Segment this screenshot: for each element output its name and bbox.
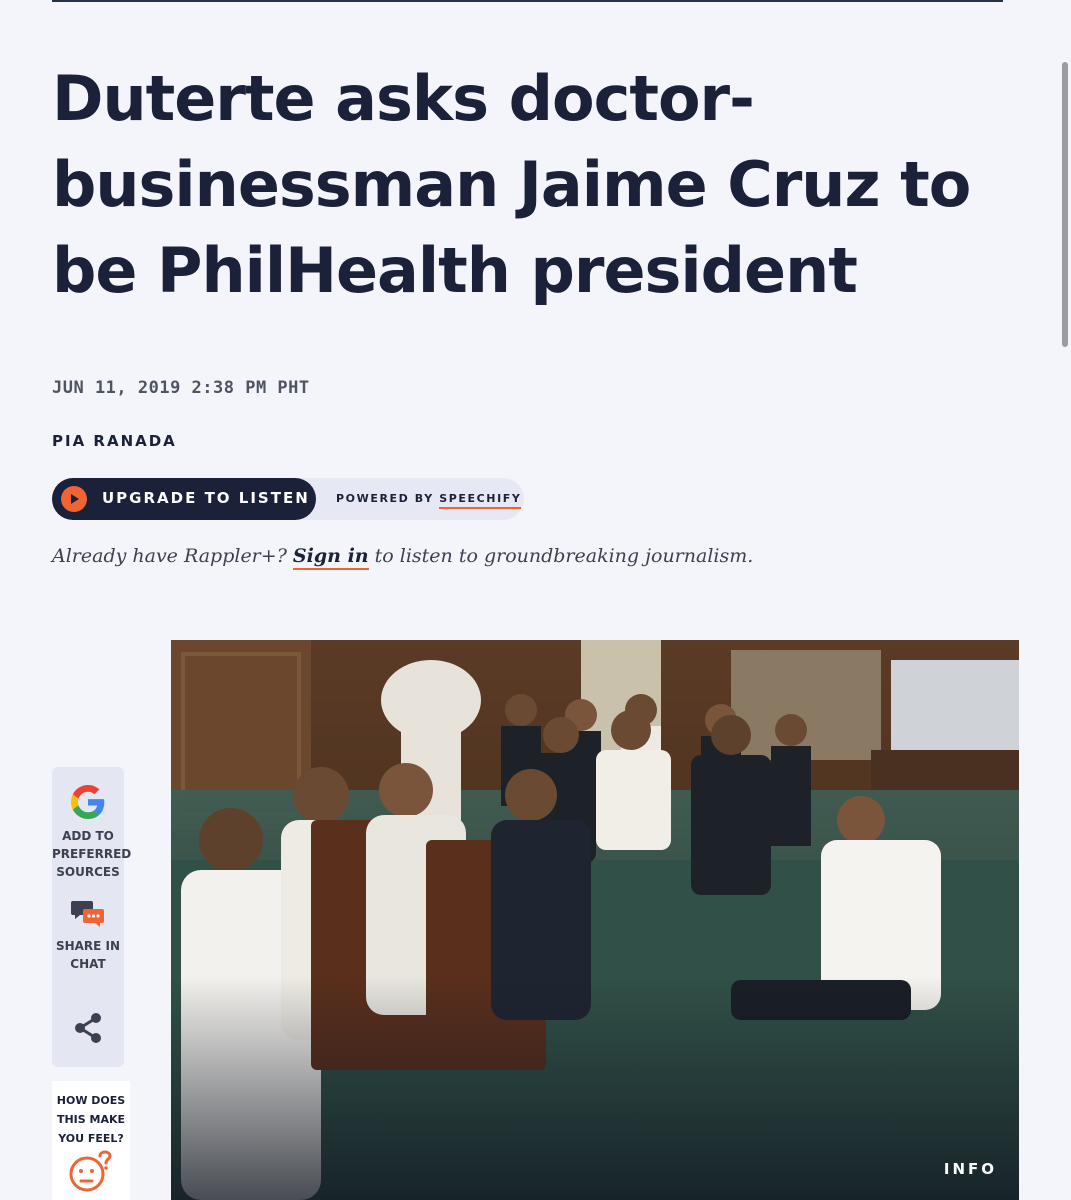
share-in-chat-button[interactable]: SHARE IN CHAT — [52, 899, 124, 973]
reaction-prompt: HOW DOES THIS MAKE YOU FEEL? — [56, 1094, 126, 1145]
reaction-widget[interactable]: HOW DOES THIS MAKE YOU FEEL? — [52, 1081, 130, 1200]
audio-player: UPGRADE TO LISTEN POWERED BY SPEECHIFY — [52, 478, 524, 520]
share-rail: ADD TO PREFERRED SOURCES SHARE IN CHAT — [52, 767, 132, 1067]
upgrade-to-listen-button[interactable]: UPGRADE TO LISTEN — [52, 478, 316, 520]
share-in-chat-label: SHARE IN CHAT — [55, 939, 121, 971]
powered-by-prefix: POWERED BY — [336, 492, 434, 505]
add-preferred-source-button[interactable]: ADD TO PREFERRED SOURCES — [52, 785, 132, 881]
scrollbar-thumb[interactable] — [1062, 62, 1068, 347]
upgrade-to-listen-label: UPGRADE TO LISTEN — [102, 489, 310, 507]
signin-prompt: Already have Rappler+? Sign in to listen… — [52, 545, 754, 570]
signin-suffix: to listen to groundbreaking journalism. — [374, 545, 754, 567]
top-image-edge — [52, 0, 1003, 2]
article-hero-photo[interactable]: INFO — [171, 640, 1019, 1200]
article-headline: Duterte asks doctor-businessman Jaime Cr… — [52, 62, 971, 307]
speechify-link[interactable]: SPEECHIFY — [439, 492, 522, 509]
google-icon — [71, 785, 105, 819]
article-date: JUN 11, 2019 2:38 PM PHT — [52, 378, 310, 398]
photo-info-button[interactable]: INFO — [944, 1160, 997, 1178]
play-icon — [61, 486, 87, 512]
face-question-icon — [69, 1150, 112, 1192]
signin-link[interactable]: Sign in — [292, 545, 369, 570]
signin-prefix: Already have Rappler+? — [52, 545, 287, 567]
chat-bubbles-icon — [71, 901, 104, 927]
add-preferred-source-label: ADD TO PREFERRED SOURCES — [52, 829, 132, 879]
powered-by: POWERED BY SPEECHIFY — [336, 492, 522, 509]
share-button[interactable] — [52, 1011, 124, 1049]
meeting-photo-illustration — [171, 640, 1019, 1200]
article-author[interactable]: PIA RANADA — [52, 432, 177, 450]
share-icon — [75, 1013, 101, 1043]
